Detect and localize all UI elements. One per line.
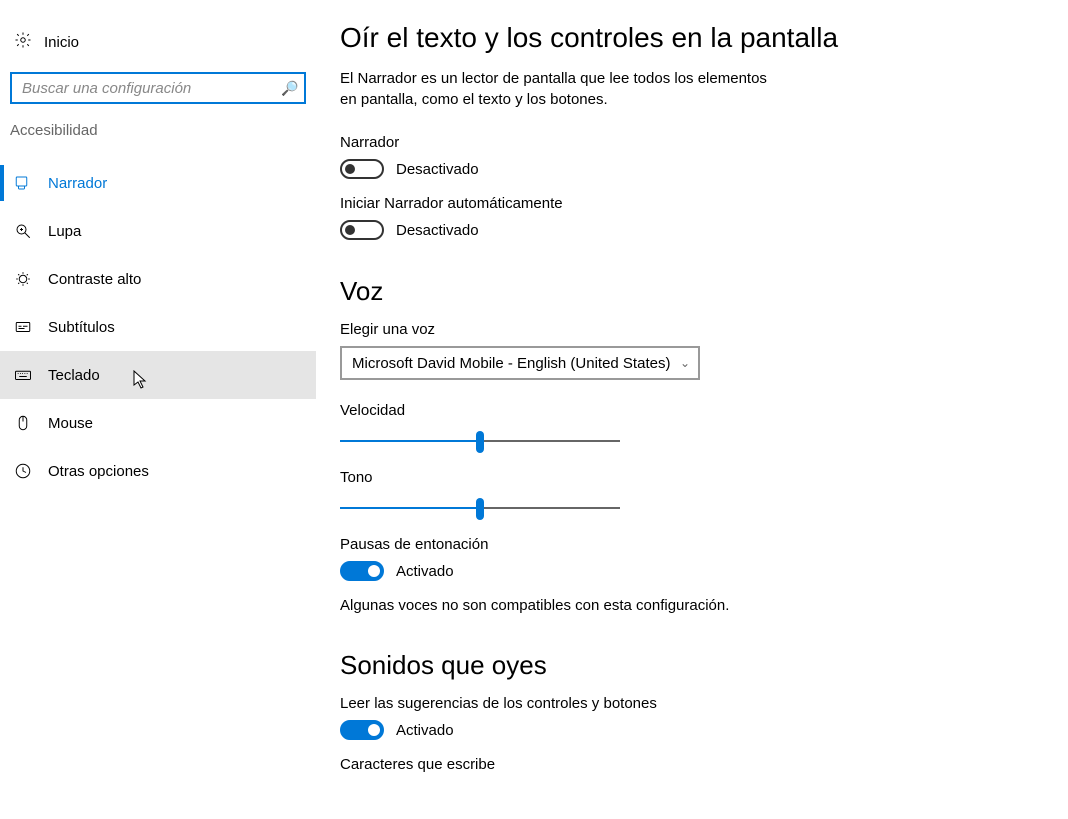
sidebar-item-narrador[interactable]: Narrador — [0, 159, 316, 207]
intro-text: El Narrador es un lector de pantalla que… — [340, 68, 780, 110]
narrator-toggle-state: Desactivado — [396, 161, 479, 178]
auto-start-label: Iniciar Narrador automáticamente — [340, 195, 1038, 212]
read-hints-label: Leer las sugerencias de los controles y … — [340, 695, 1038, 712]
characters-label: Caracteres que escribe — [340, 756, 1038, 773]
sidebar-item-label: Teclado — [48, 367, 100, 384]
sidebar-item-teclado[interactable]: Teclado — [0, 351, 316, 399]
voice-select[interactable]: Microsoft David Mobile - English (United… — [340, 346, 700, 380]
search-icon: 🔍 — [281, 80, 298, 97]
home-button[interactable]: Inicio — [0, 22, 316, 62]
home-label: Inicio — [44, 34, 79, 51]
sidebar-item-label: Contraste alto — [48, 271, 141, 288]
sounds-heading: Sonidos que oyes — [340, 650, 1038, 681]
captions-icon — [14, 318, 48, 336]
tone-slider[interactable] — [340, 494, 620, 522]
speed-slider[interactable] — [340, 427, 620, 455]
auto-start-toggle[interactable] — [340, 220, 384, 240]
sidebar-item-contraste[interactable]: Contraste alto — [0, 255, 316, 303]
voice-selected-value: Microsoft David Mobile - English (United… — [352, 355, 670, 372]
pauses-state: Activado — [396, 563, 454, 580]
sidebar-item-mouse[interactable]: Mouse — [0, 399, 316, 447]
narrator-toggle[interactable] — [340, 159, 384, 179]
narrator-icon — [14, 174, 48, 192]
magnifier-icon — [14, 222, 48, 240]
mouse-icon — [14, 414, 48, 432]
keyboard-icon — [14, 366, 48, 384]
sidebar-item-lupa[interactable]: Lupa — [0, 207, 316, 255]
main-content: Oír el texto y los controles en la panta… — [316, 0, 1068, 819]
voice-heading: Voz — [340, 276, 1038, 307]
sidebar-item-label: Mouse — [48, 415, 93, 432]
search-input[interactable] — [20, 79, 281, 98]
nav-list: Narrador Lupa Contraste alto Subtítulos Tecl… — [0, 159, 316, 495]
sidebar-item-label: Lupa — [48, 223, 81, 240]
chevron-down-icon: ⌄ — [680, 356, 690, 370]
sidebar-item-label: Subtítulos — [48, 319, 115, 336]
other-icon — [14, 462, 48, 480]
read-hints-toggle[interactable] — [340, 720, 384, 740]
tone-label: Tono — [340, 469, 1038, 486]
sidebar-item-otras[interactable]: Otras opciones — [0, 447, 316, 495]
page-title: Oír el texto y los controles en la panta… — [340, 22, 1038, 54]
pauses-toggle[interactable] — [340, 561, 384, 581]
search-box[interactable]: 🔍 — [10, 72, 306, 104]
contrast-icon — [14, 270, 48, 288]
narrator-toggle-label: Narrador — [340, 134, 1038, 151]
read-hints-state: Activado — [396, 722, 454, 739]
voice-note: Algunas voces no son compatibles con est… — [340, 597, 1038, 614]
pauses-label: Pausas de entonación — [340, 536, 1038, 553]
sidebar-item-label: Narrador — [48, 175, 107, 192]
sidebar-item-label: Otras opciones — [48, 463, 149, 480]
sidebar-item-subtitulos[interactable]: Subtítulos — [0, 303, 316, 351]
settings-gear-icon — [14, 31, 44, 53]
section-title: Accesibilidad — [0, 122, 316, 153]
auto-start-state: Desactivado — [396, 222, 479, 239]
speed-label: Velocidad — [340, 402, 1038, 419]
choose-voice-label: Elegir una voz — [340, 321, 1038, 338]
sidebar: Inicio 🔍 Accesibilidad Narrador Lupa Contr… — [0, 0, 316, 819]
